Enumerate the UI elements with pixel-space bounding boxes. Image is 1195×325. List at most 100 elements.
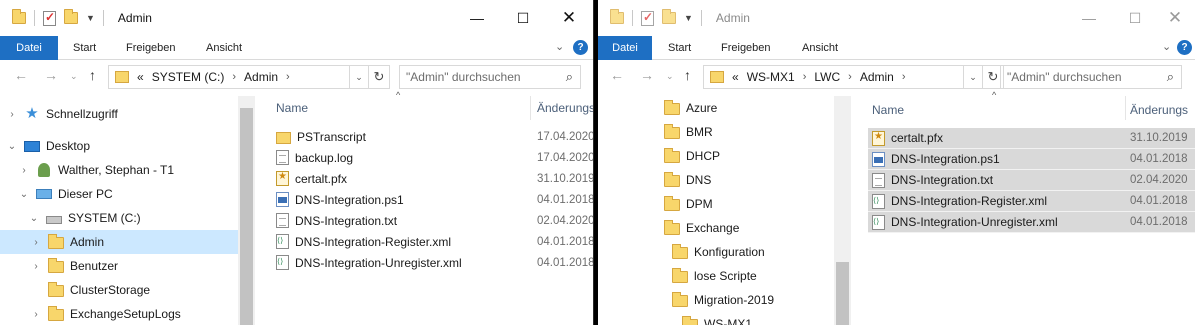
- customize-toolbar-icon[interactable]: ▼: [86, 13, 95, 23]
- expand-ribbon-icon[interactable]: ⌄: [555, 40, 564, 53]
- forward-arrow-icon[interactable]: →: [640, 67, 654, 83]
- file-row[interactable]: DNS-Integration.ps1 04.01.2018: [276, 189, 593, 210]
- tree-scrollbar[interactable]: [238, 96, 255, 325]
- address-segment[interactable]: Admin: [244, 70, 278, 84]
- file-row-selected[interactable]: certalt.pfx 31.10.2019: [868, 128, 1195, 149]
- expand-icon[interactable]: ›: [30, 261, 42, 272]
- tab-datei[interactable]: Datei: [598, 36, 652, 60]
- tree-item[interactable]: › ExchangeSetupLogs: [0, 302, 238, 325]
- tree-item[interactable]: › Walther, Stephan - T1: [0, 158, 238, 182]
- tab-freigeben[interactable]: Freigeben: [126, 36, 176, 60]
- folder-icon[interactable]: [610, 9, 624, 24]
- tree-item[interactable]: Konfiguration: [598, 240, 765, 264]
- file-row-selected[interactable]: DNS-Integration-Unregister.xml 04.01.201…: [868, 212, 1195, 233]
- address-segment[interactable]: WS-MX1: [747, 70, 795, 84]
- file-row-selected[interactable]: DNS-Integration.ps1 04.01.2018: [868, 149, 1195, 170]
- close-button[interactable]: ✕: [1152, 0, 1195, 36]
- chevron-right-icon[interactable]: ›: [902, 71, 906, 83]
- file-row[interactable]: backup.log 17.04.2020: [276, 147, 593, 168]
- help-icon[interactable]: ?: [1177, 40, 1192, 55]
- expand-icon[interactable]: ›: [30, 237, 42, 248]
- expand-icon[interactable]: ›: [6, 109, 18, 120]
- chevron-right-icon[interactable]: ›: [848, 71, 852, 83]
- up-arrow-icon[interactable]: ↑: [684, 67, 691, 83]
- file-row[interactable]: certalt.pfx 31.10.2019: [276, 168, 593, 189]
- tab-ansicht[interactable]: Ansicht: [802, 36, 838, 60]
- tree-item[interactable]: Azure: [598, 96, 717, 120]
- tree-scrollbar[interactable]: [834, 96, 851, 325]
- tab-freigeben[interactable]: Freigeben: [721, 36, 771, 60]
- address-segment[interactable]: LWC: [814, 70, 840, 84]
- help-icon[interactable]: ?: [573, 40, 588, 55]
- tab-ansicht[interactable]: Ansicht: [206, 36, 242, 60]
- address-segment[interactable]: Admin: [860, 70, 894, 84]
- column-header-date[interactable]: Änderungs: [537, 96, 593, 120]
- address-dropdown-icon[interactable]: ⌄: [964, 65, 982, 89]
- address-segment[interactable]: SYSTEM (C:): [152, 70, 225, 84]
- scrollbar-thumb[interactable]: [836, 262, 849, 325]
- chevron-right-icon[interactable]: ›: [803, 71, 807, 83]
- forward-arrow-icon[interactable]: →: [44, 67, 58, 83]
- address-prefix[interactable]: «: [732, 70, 739, 84]
- minimize-button[interactable]: —: [454, 0, 500, 36]
- tree-item[interactable]: BMR: [598, 120, 713, 144]
- column-header-name[interactable]: Name: [872, 98, 904, 122]
- chevron-down-icon[interactable]: ⌄: [666, 71, 674, 82]
- properties-check-icon[interactable]: [641, 10, 654, 26]
- chevron-right-icon[interactable]: ›: [232, 71, 236, 83]
- refresh-icon[interactable]: ↻: [368, 65, 390, 89]
- up-arrow-icon[interactable]: ↑: [89, 67, 96, 83]
- tree-item-selected[interactable]: › Admin: [0, 230, 238, 254]
- file-row[interactable]: PSTranscript 17.04.2020: [276, 126, 593, 147]
- tab-start[interactable]: Start: [668, 36, 691, 60]
- tree-item[interactable]: › ★ Schnellzugriff: [0, 102, 238, 126]
- tab-start[interactable]: Start: [73, 36, 96, 60]
- collapse-icon[interactable]: ⌄: [6, 141, 18, 152]
- new-folder-icon[interactable]: [662, 9, 676, 24]
- scrollbar-thumb[interactable]: [240, 108, 253, 325]
- address-prefix[interactable]: «: [137, 70, 144, 84]
- tree-item[interactable]: DNS: [598, 168, 711, 192]
- column-header-name[interactable]: Name: [276, 96, 308, 120]
- search-input[interactable]: "Admin" durchsuchen ⌕: [1000, 65, 1182, 89]
- tree-item[interactable]: ⌄ Desktop: [0, 134, 238, 158]
- collapse-icon[interactable]: ⌄: [18, 189, 30, 200]
- folder-icon[interactable]: [12, 9, 26, 24]
- file-row[interactable]: DNS-Integration-Register.xml 04.01.2018: [276, 231, 593, 252]
- expand-ribbon-icon[interactable]: ⌄: [1162, 40, 1171, 53]
- file-row[interactable]: DNS-Integration-Unregister.xml 04.01.201…: [276, 252, 593, 273]
- tree-item[interactable]: ⌄ SYSTEM (C:): [0, 206, 238, 230]
- column-header-date[interactable]: Änderungs: [1130, 98, 1188, 122]
- tree-item[interactable]: DHCP: [598, 144, 720, 168]
- column-divider[interactable]: [530, 96, 531, 120]
- new-folder-icon[interactable]: [64, 9, 78, 24]
- properties-check-icon[interactable]: [43, 10, 56, 26]
- expand-icon[interactable]: ›: [18, 165, 30, 176]
- tree-item[interactable]: Migration-2019: [598, 288, 774, 312]
- chevron-right-icon[interactable]: ›: [286, 71, 290, 83]
- address-bar[interactable]: « WS-MX1 › LWC › Admin ›: [703, 65, 964, 89]
- tree-item[interactable]: DPM: [598, 192, 713, 216]
- tab-datei[interactable]: Datei: [0, 36, 58, 60]
- maximize-button[interactable]: ☐: [500, 0, 546, 36]
- back-arrow-icon[interactable]: ←: [14, 67, 28, 83]
- column-divider[interactable]: [1125, 96, 1126, 120]
- collapse-icon[interactable]: ⌄: [28, 213, 40, 224]
- minimize-button[interactable]: —: [1066, 0, 1112, 36]
- customize-toolbar-icon[interactable]: ▼: [684, 13, 693, 23]
- tree-item[interactable]: › Benutzer: [0, 254, 238, 278]
- file-row[interactable]: DNS-Integration.txt 02.04.2020: [276, 210, 593, 231]
- chevron-down-icon[interactable]: ⌄: [70, 71, 78, 82]
- back-arrow-icon[interactable]: ←: [610, 67, 624, 83]
- expand-icon[interactable]: ›: [30, 309, 42, 320]
- search-input[interactable]: "Admin" durchsuchen ⌕: [399, 65, 581, 89]
- file-row-selected[interactable]: DNS-Integration-Register.xml 04.01.2018: [868, 191, 1195, 212]
- tree-item[interactable]: Exchange: [598, 216, 739, 240]
- tree-item[interactable]: ClusterStorage: [0, 278, 238, 302]
- tree-item[interactable]: WS-MX1: [598, 312, 752, 325]
- close-button[interactable]: ✕: [546, 0, 592, 36]
- tree-item[interactable]: lose Scripte: [598, 264, 757, 288]
- address-bar[interactable]: « SYSTEM (C:) › Admin ›: [108, 65, 350, 89]
- file-row-selected[interactable]: DNS-Integration.txt 02.04.2020: [868, 170, 1195, 191]
- tree-item[interactable]: ⌄ Dieser PC: [0, 182, 238, 206]
